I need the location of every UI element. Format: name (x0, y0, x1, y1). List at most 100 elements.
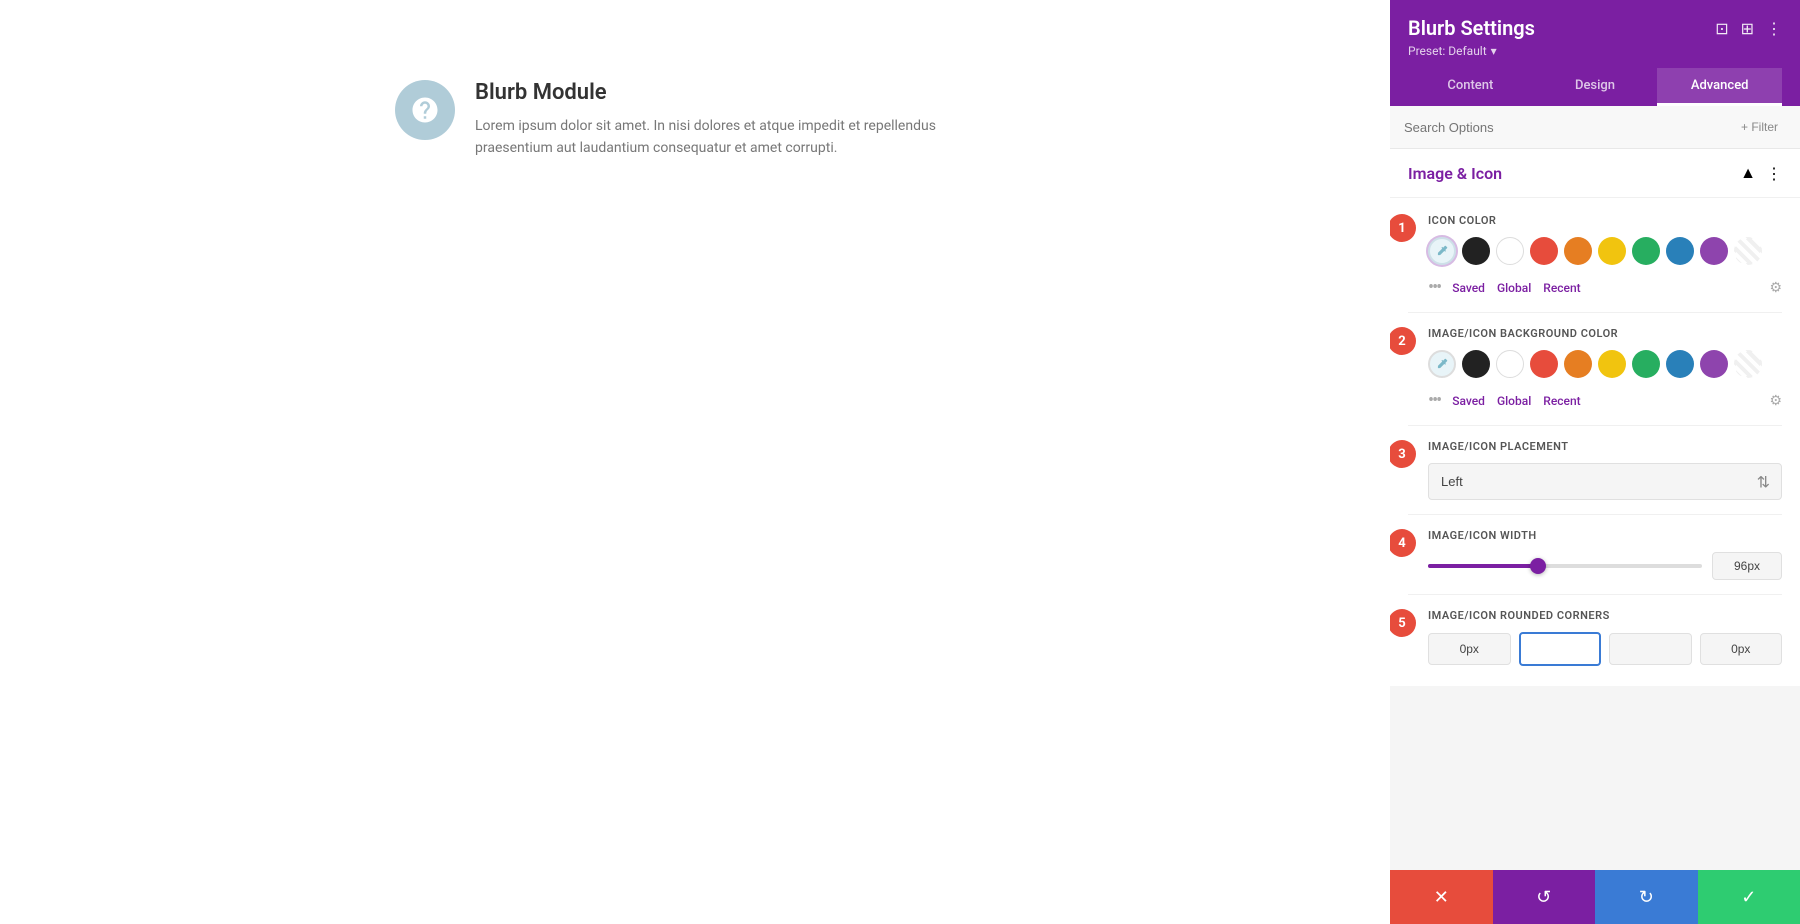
split-view-icon[interactable]: ⊞ (1741, 19, 1754, 38)
confirm-icon: ✓ (1741, 887, 1756, 908)
search-bar: + Filter (1390, 106, 1800, 149)
bg-color-label: Image/Icon Background Color (1428, 327, 1782, 340)
undo-button[interactable]: ↺ (1493, 870, 1596, 924)
recent-tab-2[interactable]: Recent (1543, 394, 1580, 408)
confirm-button[interactable]: ✓ (1698, 870, 1800, 924)
section-more-icon[interactable]: ⋮ (1766, 164, 1782, 183)
blurb-module: Blurb Module Lorem ipsum dolor sit amet.… (395, 80, 995, 160)
undo-icon: ↺ (1536, 887, 1551, 908)
bg-color-swatches (1428, 350, 1782, 378)
tab-content[interactable]: Content (1408, 68, 1533, 106)
section-content: 1 Icon Color (1390, 198, 1800, 686)
red-swatch-1[interactable] (1530, 237, 1558, 265)
striped-swatch-1[interactable] (1734, 237, 1762, 265)
icon-color-label: Icon Color (1428, 214, 1782, 227)
corner-tr-input[interactable] (1519, 632, 1602, 666)
corner-bl-input[interactable] (1700, 633, 1783, 665)
step-badge-2: 2 (1390, 327, 1416, 355)
tab-design[interactable]: Design (1533, 68, 1658, 106)
question-mark-icon (410, 95, 440, 125)
panel-header: Blurb Settings ⊡ ⊞ ⋮ Preset: Default ▾ C… (1390, 0, 1800, 106)
collapse-icon[interactable]: ▲ (1740, 163, 1756, 183)
divider-1 (1408, 312, 1782, 313)
corner-tl-wrap (1428, 633, 1511, 665)
panel-header-top: Blurb Settings ⊡ ⊞ ⋮ (1408, 16, 1782, 40)
saved-tab-2[interactable]: Saved (1452, 394, 1485, 408)
global-tab-2[interactable]: Global (1497, 394, 1531, 408)
preset-arrow: ▾ (1491, 44, 1497, 58)
panel-preset[interactable]: Preset: Default ▾ (1408, 44, 1782, 58)
blurb-title: Blurb Module (475, 80, 995, 105)
action-bar: ✕ ↺ ↻ ✓ (1390, 870, 1800, 924)
recent-tab-1[interactable]: Recent (1543, 281, 1580, 295)
gear-icon-1[interactable]: ⚙ (1769, 280, 1782, 296)
blue-swatch-2[interactable] (1666, 350, 1694, 378)
saved-tab-1[interactable]: Saved (1452, 281, 1485, 295)
step-badge-3: 3 (1390, 440, 1416, 468)
step-badge-5: 5 (1390, 609, 1416, 637)
placement-select[interactable]: Left Center Right (1428, 463, 1782, 500)
blurb-module-icon (395, 80, 455, 140)
section-header: Image & Icon ▲ ⋮ (1390, 149, 1800, 198)
global-tab-1[interactable]: Global (1497, 281, 1531, 295)
rounded-label: Image/Icon Rounded Corners (1428, 609, 1782, 622)
divider-3 (1408, 514, 1782, 515)
width-label: Image/Icon Width (1428, 529, 1782, 542)
step-badge-4: 4 (1390, 529, 1416, 557)
preset-label: Preset: Default (1408, 44, 1487, 58)
placement-dropdown: Left Center Right ⇅ (1428, 463, 1782, 500)
eyedropper-swatch-2[interactable] (1428, 350, 1456, 378)
corners-row (1428, 632, 1782, 666)
placement-label: Image/Icon Placement (1428, 440, 1782, 453)
corner-br-input[interactable] (1609, 633, 1692, 665)
green-swatch-2[interactable] (1632, 350, 1660, 378)
white-swatch-2[interactable] (1496, 350, 1524, 378)
red-swatch-2[interactable] (1530, 350, 1558, 378)
filter-label: + Filter (1741, 120, 1778, 134)
width-value-input[interactable] (1712, 552, 1782, 580)
orange-swatch-2[interactable] (1564, 350, 1592, 378)
width-slider-row (1428, 552, 1782, 580)
redo-button[interactable]: ↻ (1595, 870, 1698, 924)
width-slider-track[interactable] (1428, 564, 1702, 568)
tab-advanced[interactable]: Advanced (1657, 68, 1782, 106)
eyedropper-swatch-1[interactable] (1428, 237, 1456, 265)
panel-tabs: Content Design Advanced (1408, 68, 1782, 106)
canvas-area: Blurb Module Lorem ipsum dolor sit amet.… (0, 0, 1390, 924)
color-dots-2[interactable]: ••• (1428, 390, 1440, 411)
cancel-icon: ✕ (1434, 887, 1449, 908)
image-icon-section: Image & Icon ▲ ⋮ 1 Icon Color (1390, 149, 1800, 686)
color-dots-1[interactable]: ••• (1428, 277, 1440, 298)
width-slider-thumb[interactable] (1530, 558, 1546, 574)
width-field: 4 Image/Icon Width (1408, 529, 1782, 580)
green-swatch-1[interactable] (1632, 237, 1660, 265)
search-input[interactable] (1404, 120, 1725, 135)
cancel-button[interactable]: ✕ (1390, 870, 1493, 924)
panel-body: Image & Icon ▲ ⋮ 1 Icon Color (1390, 149, 1800, 870)
yellow-swatch-2[interactable] (1598, 350, 1626, 378)
striped-swatch-2[interactable] (1734, 350, 1762, 378)
orange-swatch-1[interactable] (1564, 237, 1592, 265)
panel-title: Blurb Settings (1408, 16, 1535, 40)
icon-color-swatches (1428, 237, 1782, 265)
purple-swatch-2[interactable] (1700, 350, 1728, 378)
bg-color-field: 2 Image/Icon Background Color (1408, 327, 1782, 411)
black-swatch-2[interactable] (1462, 350, 1490, 378)
gear-icon-2[interactable]: ⚙ (1769, 393, 1782, 409)
rounded-corners-field: 5 Image/Icon Rounded Corners (1408, 609, 1782, 666)
black-swatch-1[interactable] (1462, 237, 1490, 265)
more-options-icon[interactable]: ⋮ (1766, 19, 1782, 38)
redo-icon: ↻ (1639, 887, 1654, 908)
white-swatch-1[interactable] (1496, 237, 1524, 265)
blurb-content: Blurb Module Lorem ipsum dolor sit amet.… (475, 80, 995, 160)
step-badge-1: 1 (1390, 214, 1416, 242)
filter-button[interactable]: + Filter (1733, 116, 1786, 138)
corner-bl-wrap (1700, 633, 1783, 665)
corner-tl-input[interactable] (1428, 633, 1511, 665)
screenshot-icon[interactable]: ⊡ (1715, 19, 1728, 38)
settings-panel: Blurb Settings ⊡ ⊞ ⋮ Preset: Default ▾ C… (1390, 0, 1800, 924)
yellow-swatch-1[interactable] (1598, 237, 1626, 265)
blue-swatch-1[interactable] (1666, 237, 1694, 265)
purple-swatch-1[interactable] (1700, 237, 1728, 265)
divider-4 (1408, 594, 1782, 595)
